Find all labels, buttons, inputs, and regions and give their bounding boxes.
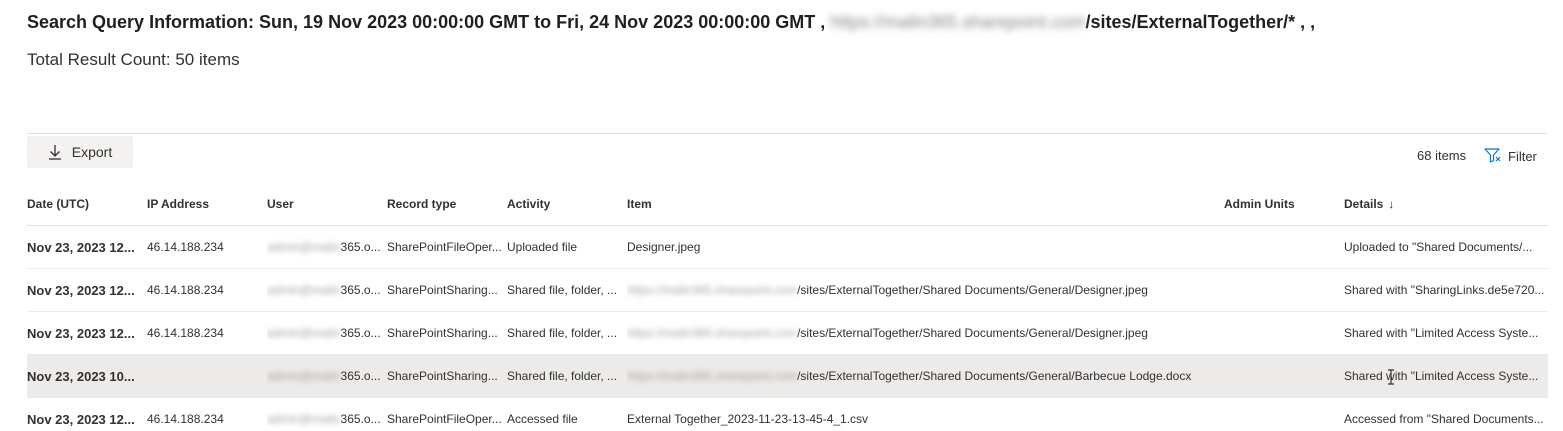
cell-user: admin@malin 365.o... (267, 312, 381, 354)
query-site-url-redacted: https://malin365.sharepoint.com (830, 12, 1086, 32)
query-title-prefix: Search Query Information: Sun, 19 Nov 20… (27, 12, 826, 32)
cell-record-type: SharePointFileOper... (387, 412, 501, 426)
cell-date: Nov 23, 2023 12... (27, 239, 135, 255)
column-header-user[interactable]: User (267, 183, 381, 225)
cell-date: Nov 23, 2023 12... (27, 411, 135, 427)
filter-button[interactable]: Filter (1484, 146, 1537, 166)
cell-activity: Shared file, folder, ... (507, 326, 618, 340)
audit-results-table: Date (UTC) IP Address User Record type A… (27, 183, 1548, 431)
table-row-hovered[interactable]: Nov 23, 2023 10... admin@malin 365.o... S… (27, 355, 1548, 398)
user-suffix: 365.o... (340, 412, 381, 426)
user-suffix: 365.o... (340, 326, 381, 340)
column-header-item[interactable]: Item (627, 183, 1217, 225)
table-row[interactable]: Nov 23, 2023 12... 46.14.188.234 admin@m… (27, 226, 1548, 269)
column-header-details[interactable]: Details ↓ (1344, 183, 1544, 225)
item-path: External Together_2023-11-23-13-45-4_1.c… (627, 412, 869, 426)
cell-user: admin@malin 365.o... (267, 355, 381, 397)
table-row[interactable]: Nov 23, 2023 12... 46.14.188.234 admin@m… (27, 398, 1548, 431)
user-redacted: admin@malin (267, 326, 341, 340)
cell-ip: 46.14.188.234 (147, 326, 224, 340)
item-path: /sites/ExternalTogether/Shared Documents… (797, 283, 1148, 297)
table-header-row: Date (UTC) IP Address User Record type A… (27, 183, 1548, 226)
cell-admin-units (1224, 312, 1334, 354)
search-query-title: Search Query Information: Sun, 19 Nov 20… (27, 12, 1315, 33)
item-url-redacted: https://malin365.sharepoint.com (627, 326, 798, 340)
table-row[interactable]: Nov 23, 2023 12... 46.14.188.234 admin@m… (27, 312, 1548, 355)
cell-admin-units (1224, 226, 1334, 268)
table-row[interactable]: Nov 23, 2023 12... 46.14.188.234 admin@m… (27, 269, 1548, 312)
cell-item: Designer.jpeg (627, 226, 1217, 268)
cell-details: Shared with "SharingLinks.de5e720... (1344, 283, 1544, 297)
cell-details: Shared with "Limited Access Syste... (1344, 326, 1539, 340)
cell-date: Nov 23, 2023 10... (27, 368, 135, 384)
query-title-suffix: /sites/ExternalTogether/* , , (1085, 12, 1316, 32)
cell-record-type: SharePointSharing... (387, 369, 498, 383)
cell-details: Shared with "Limited Access Syste... (1344, 369, 1539, 383)
item-url-redacted: https://malin365.sharepoint.com (627, 283, 798, 297)
column-header-date[interactable]: Date (UTC) (27, 183, 141, 225)
user-redacted: admin@malin (267, 283, 341, 297)
cell-ip: 46.14.188.234 (147, 240, 224, 254)
user-redacted: admin@malin (267, 369, 341, 383)
item-path: Designer.jpeg (627, 240, 701, 254)
cell-admin-units (1224, 398, 1334, 431)
filter-label: Filter (1508, 148, 1537, 164)
cell-details: Uploaded to "Shared Documents/... (1344, 240, 1533, 254)
download-icon (48, 144, 62, 160)
cell-item: External Together_2023-11-23-13-45-4_1.c… (627, 398, 1217, 431)
cell-item: https://malin365.sharepoint.com/sites/Ex… (627, 269, 1217, 311)
header-divider (27, 133, 1547, 134)
cell-date: Nov 23, 2023 12... (27, 282, 135, 298)
item-path: /sites/ExternalTogether/Shared Documents… (797, 326, 1148, 340)
items-count: 68 items (1417, 148, 1467, 163)
cell-activity: Accessed file (507, 412, 578, 426)
cell-details: Accessed from "Shared Documents... (1344, 412, 1544, 426)
cell-ip: 46.14.188.234 (147, 283, 224, 297)
cell-item: https://malin365.sharepoint.com/sites/Ex… (627, 312, 1217, 354)
column-header-ip[interactable]: IP Address (147, 183, 261, 225)
cell-user: admin@malin 365.o... (267, 226, 381, 268)
column-header-activity[interactable]: Activity (507, 183, 621, 225)
cell-ip: 46.14.188.234 (147, 412, 224, 426)
sort-descending-icon: ↓ (1388, 197, 1395, 211)
column-header-record-type[interactable]: Record type (387, 183, 501, 225)
export-button[interactable]: Export (27, 136, 133, 168)
user-suffix: 365.o... (340, 283, 381, 297)
cell-activity: Uploaded file (507, 240, 578, 254)
cell-record-type: SharePointFileOper... (387, 240, 501, 254)
audit-search-results-page: Search Query Information: Sun, 19 Nov 20… (0, 0, 1563, 431)
cell-item: https://malin365.sharepoint.com/sites/Ex… (627, 355, 1217, 397)
cell-user: admin@malin 365.o... (267, 269, 381, 311)
export-label: Export (71, 144, 113, 160)
column-header-admin-units[interactable]: Admin Units (1224, 183, 1334, 225)
user-redacted: admin@malin (267, 412, 341, 426)
details-header-label: Details (1344, 197, 1384, 211)
cell-record-type: SharePointSharing... (387, 326, 498, 340)
user-suffix: 365.o... (340, 369, 381, 383)
item-path: /sites/ExternalTogether/Shared Documents… (797, 369, 1192, 383)
filter-icon (1484, 147, 1502, 166)
cell-admin-units (1224, 355, 1334, 397)
user-redacted: admin@malin (267, 240, 341, 254)
cell-admin-units (1224, 269, 1334, 311)
user-suffix: 365.o... (340, 240, 381, 254)
cell-record-type: SharePointSharing... (387, 283, 498, 297)
cell-ip (147, 355, 261, 397)
total-result-count: Total Result Count: 50 items (27, 50, 240, 69)
cell-date: Nov 23, 2023 12... (27, 325, 135, 341)
item-url-redacted: https://malin365.sharepoint.com (627, 369, 798, 383)
cell-activity: Shared file, folder, ... (507, 369, 618, 383)
cell-activity: Shared file, folder, ... (507, 283, 618, 297)
cell-user: admin@malin 365.o... (267, 398, 381, 431)
text-cursor-icon (1387, 369, 1395, 385)
